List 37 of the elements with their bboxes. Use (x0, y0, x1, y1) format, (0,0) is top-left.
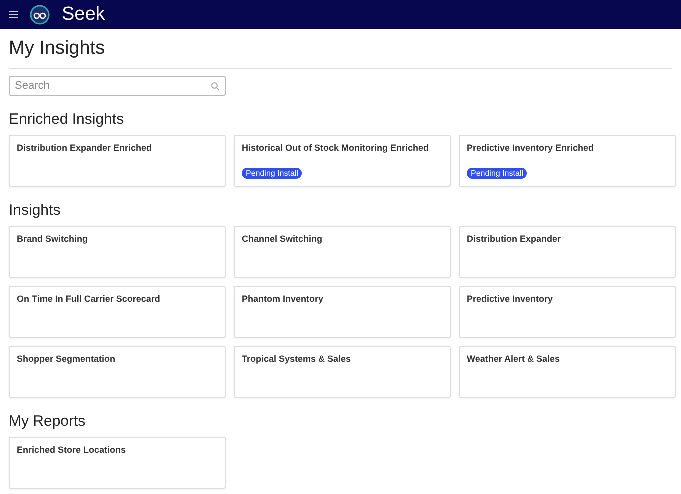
insight-card[interactable]: Phantom Inventory (234, 286, 451, 338)
section-heading: My Reports (9, 413, 87, 430)
insight-card[interactable]: Distribution Expander Enriched (9, 135, 226, 187)
card-title: Weather Alert & Sales (467, 354, 560, 364)
insight-card[interactable]: Shopper Segmentation (9, 346, 226, 398)
status-badge: Pending Install (467, 168, 528, 179)
card-title: Brand Switching (17, 234, 88, 244)
card-title: Phantom Inventory (242, 294, 324, 304)
insight-card[interactable]: Channel Switching (234, 226, 451, 278)
menu-icon[interactable] (9, 11, 18, 18)
card-title: Predictive Inventory (467, 294, 554, 304)
insight-card[interactable]: Tropical Systems & Sales (234, 346, 451, 398)
insight-card[interactable]: Historical Out of Stock Monitoring Enriched Pending Install (234, 135, 451, 187)
card-title: Distribution Expander Enriched (17, 143, 152, 153)
search-field[interactable]: Search (9, 76, 226, 96)
insight-card[interactable]: Brand Switching (9, 226, 226, 278)
brand-name: Seek (62, 4, 106, 26)
insight-card[interactable]: Enriched Store Locations (9, 437, 226, 489)
section-heading: Enriched Insights (9, 111, 126, 128)
search-icon (211, 82, 220, 91)
card-title: Enriched Store Locations (17, 445, 126, 455)
card-title: Distribution Expander (467, 234, 562, 244)
insight-card[interactable]: Weather Alert & Sales (459, 346, 676, 398)
card-title: On Time In Full Carrier Scorecard (17, 294, 160, 304)
insight-card[interactable]: Predictive Inventory (459, 286, 676, 338)
page-title: My Insights (9, 29, 672, 69)
card-title: Tropical Systems & Sales (242, 354, 352, 364)
card-title: Channel Switching (242, 234, 323, 244)
binoculars-logo-icon (30, 4, 50, 24)
card-title: Predictive Inventory Enriched (467, 143, 594, 153)
insight-card[interactable]: Predictive Inventory Enriched Pending Install (459, 135, 676, 187)
section-heading: Insights (9, 202, 62, 219)
card-title: Historical Out of Stock Monitoring Enriched (242, 143, 430, 153)
status-badge: Pending Install (242, 168, 302, 179)
insight-card[interactable]: Distribution Expander (459, 226, 676, 278)
card-title: Shopper Segmentation (17, 354, 116, 364)
insight-card[interactable]: On Time In Full Carrier Scorecard (9, 286, 226, 338)
